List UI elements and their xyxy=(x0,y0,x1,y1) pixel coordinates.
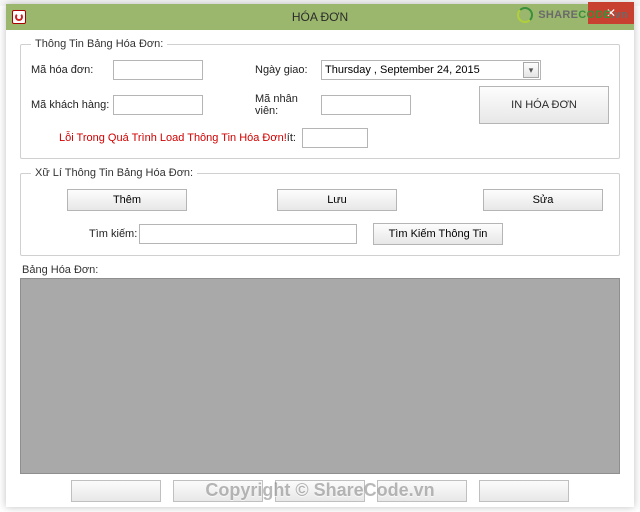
ma-nv-input[interactable] xyxy=(321,95,411,115)
ngay-giao-label: Ngày giao: xyxy=(255,64,321,76)
ngay-giao-value: Thursday , September 24, 2015 xyxy=(325,64,480,76)
grid-label: Bảng Hóa Đơn: xyxy=(22,264,620,276)
pager xyxy=(20,480,620,502)
brand-icon xyxy=(516,6,534,24)
save-button[interactable]: Lưu xyxy=(277,189,397,211)
info-group: Thông Tin Bảng Hóa Đơn: Mã hóa đơn: Ngày… xyxy=(20,38,620,159)
search-input[interactable] xyxy=(139,224,357,244)
info-legend: Thông Tin Bảng Hóa Đơn: xyxy=(31,38,167,50)
ma-kh-label: Mã khách hàng: xyxy=(31,99,113,111)
pager-button-3[interactable] xyxy=(275,480,365,502)
extra-input[interactable] xyxy=(302,128,368,148)
process-group: Xữ Lí Thông Tin Bảng Hóa Đơn: Thêm Lưu S… xyxy=(20,167,620,256)
add-button[interactable]: Thêm xyxy=(67,189,187,211)
pager-button-5[interactable] xyxy=(479,480,569,502)
ma-hoa-don-label: Mã hóa đơn: xyxy=(31,64,113,76)
print-invoice-button[interactable]: IN HÓA ĐƠN xyxy=(479,86,609,124)
calendar-icon[interactable]: ▾ xyxy=(523,62,539,78)
pager-button-4[interactable] xyxy=(377,480,467,502)
ma-hoa-don-input[interactable] xyxy=(113,60,203,80)
process-legend: Xữ Lí Thông Tin Bảng Hóa Đơn: xyxy=(31,167,197,179)
search-label: Tìm kiếm: xyxy=(89,228,139,240)
error-suffix: ít: xyxy=(287,132,296,144)
invoice-window: HÓA ĐƠN ✕ Thông Tin Bảng Hóa Đơn: Mã hóa… xyxy=(6,4,634,507)
brand-watermark: SHARECODE.vn xyxy=(516,6,628,24)
error-text: Lỗi Trong Quá Trình Load Thông Tin Hóa Đ… xyxy=(59,132,287,144)
app-icon xyxy=(12,10,26,24)
ma-kh-input[interactable] xyxy=(113,95,203,115)
pager-button-1[interactable] xyxy=(71,480,161,502)
pager-button-2[interactable] xyxy=(173,480,263,502)
invoice-datagrid[interactable] xyxy=(20,278,620,474)
ngay-giao-picker[interactable]: Thursday , September 24, 2015 ▾ xyxy=(321,60,541,80)
edit-button[interactable]: Sửa xyxy=(483,189,603,211)
search-button[interactable]: Tìm Kiếm Thông Tin xyxy=(373,223,503,245)
ma-nv-label: Mã nhân viên: xyxy=(255,93,321,117)
